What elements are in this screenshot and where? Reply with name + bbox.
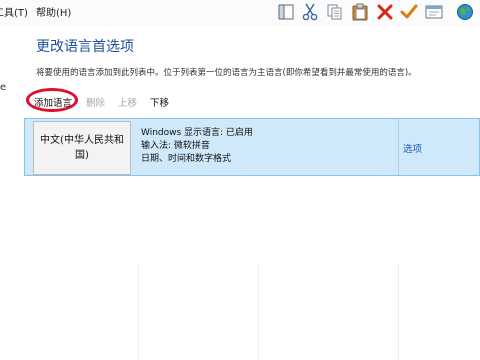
input-method-status: 输入法: 微软拼音 <box>141 141 210 151</box>
move-down-button[interactable]: 下移 <box>150 95 169 109</box>
move-up-button[interactable]: 上移 <box>118 95 137 109</box>
delete-icon[interactable] <box>375 2 395 22</box>
cut-icon[interactable] <box>300 2 320 22</box>
grid-divider <box>138 264 139 360</box>
properties-icon[interactable] <box>424 2 444 22</box>
options-link[interactable]: 选项 <box>403 141 422 155</box>
menu-toolbar: 工具(T) 帮助(H) <box>0 0 480 26</box>
language-row[interactable]: 中文(中华人民共和国) Windows 显示语言: 已启用 输入法: 微软拼音 … <box>24 118 480 176</box>
grid-divider <box>398 264 399 360</box>
menu-help[interactable]: 帮助(H) <box>36 4 71 19</box>
page-title: 更改语言首选项 <box>36 39 134 55</box>
formats-status: 日期、时间和数字格式 <box>141 154 232 164</box>
sidebar-fragment: e <box>0 82 7 93</box>
remove-button[interactable]: 删除 <box>86 95 105 109</box>
layout-icon[interactable] <box>276 2 296 22</box>
language-details: Windows 显示语言: 已启用 输入法: 微软拼音 日期、时间和数字格式 <box>141 127 253 166</box>
menu-tools[interactable]: 工具(T) <box>0 4 28 19</box>
check-icon[interactable] <box>399 2 419 22</box>
grid-divider <box>258 264 259 360</box>
row-divider <box>398 119 399 175</box>
paste-icon[interactable] <box>350 2 370 22</box>
add-language-button[interactable]: 添加语言 <box>34 95 72 109</box>
page-description: 将要使用的语言添加到此列表中。位于列表第一位的语言为主语言(即你希望看到并最常使… <box>36 68 417 78</box>
globe-icon[interactable] <box>455 2 475 22</box>
language-name-tile[interactable]: 中文(中华人民共和国) <box>33 121 131 175</box>
display-language-status: Windows 显示语言: 已启用 <box>141 128 253 138</box>
copy-icon[interactable] <box>325 2 345 22</box>
